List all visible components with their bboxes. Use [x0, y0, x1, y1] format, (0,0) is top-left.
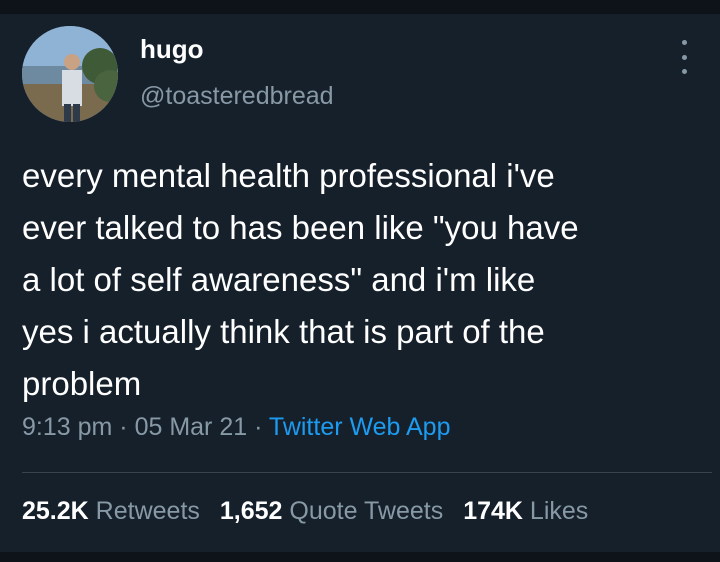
retweets-count: 25.2K — [22, 497, 89, 525]
quote-tweets-label: Quote Tweets — [289, 497, 444, 525]
retweets-stat[interactable]: 25.2K Retweets — [22, 497, 200, 525]
avatar-photo — [22, 26, 118, 122]
avatar[interactable] — [22, 26, 118, 122]
source-app-link[interactable]: Twitter Web App — [269, 413, 451, 441]
quote-tweets-count: 1,652 — [219, 497, 283, 525]
engagement-stats: 25.2K Retweets 1,652 Quote Tweets 174K Lik… — [22, 497, 588, 526]
tweet-line: yes i actually think that is part of the — [22, 313, 545, 350]
tweet-line: every mental health professional i've — [22, 157, 555, 194]
meta-separator: · — [119, 413, 128, 441]
more-options-icon[interactable] — [676, 40, 692, 74]
more-dot — [681, 69, 687, 74]
tweet-date[interactable]: 05 Mar 21 — [135, 413, 248, 441]
tweet-text: every mental health professional i've ev… — [22, 150, 712, 410]
meta-separator: · — [254, 413, 263, 441]
likes-stat[interactable]: 174K Likes — [463, 497, 588, 525]
tweet-line: ever talked to has been like "you have — [22, 209, 579, 246]
divider — [22, 472, 712, 473]
tweet-screenshot: hugo @toasteredbread every mental health… — [0, 0, 720, 562]
more-dot — [681, 54, 687, 60]
bottom-border — [0, 552, 720, 562]
likes-count: 174K — [463, 497, 523, 525]
tweet-time[interactable]: 9:13 pm — [22, 413, 112, 441]
tweet-meta: 9:13 pm · 05 Mar 21 · Twitter Web App — [22, 413, 451, 442]
tweet-line: a lot of self awareness" and i'm like — [22, 261, 536, 298]
tweet-line: problem — [22, 365, 142, 402]
more-dot — [681, 40, 687, 45]
top-border — [0, 0, 720, 14]
retweets-label: Retweets — [95, 497, 200, 525]
display-name[interactable]: hugo — [140, 34, 204, 65]
user-handle[interactable]: @toasteredbread — [140, 82, 334, 111]
likes-label: Likes — [529, 497, 589, 525]
quote-tweets-stat[interactable]: 1,652 Quote Tweets — [220, 497, 443, 525]
